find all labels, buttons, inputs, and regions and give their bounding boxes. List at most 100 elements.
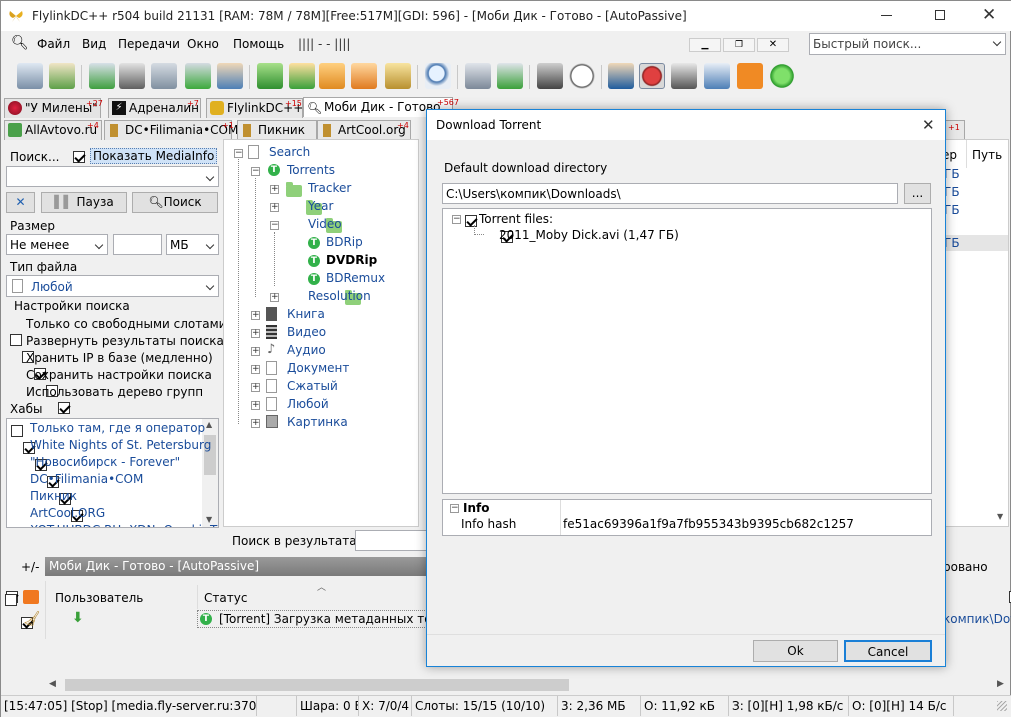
- close-button[interactable]: ✕: [982, 5, 996, 25]
- tree-node-tracker[interactable]: Tracker: [308, 181, 351, 195]
- quick-search-input[interactable]: Быстрый поиск...: [809, 33, 1006, 55]
- hub-checkbox[interactable]: [11, 424, 23, 437]
- collapse-search-toggle[interactable]: −: [234, 149, 243, 158]
- row-select-checkbox[interactable]: [5, 593, 17, 606]
- size-unit-select[interactable]: МБ: [166, 234, 219, 255]
- tree-node-videocat[interactable]: Видео: [287, 325, 326, 339]
- notepad-user-icon[interactable]: [704, 63, 730, 89]
- file-list-icon[interactable]: [465, 63, 491, 89]
- expand-picture-toggle[interactable]: +: [251, 419, 260, 428]
- tree-node-dvdrip[interactable]: DVDRip: [326, 253, 377, 267]
- scrollbar-thumb[interactable]: [65, 679, 569, 691]
- reconnect-hub-icon[interactable]: [49, 63, 75, 89]
- expand-any-toggle[interactable]: +: [251, 401, 260, 410]
- pause-button[interactable]: ▌▌ Пауза: [41, 192, 127, 213]
- chevron-right-icon[interactable]: ▶: [997, 679, 1004, 689]
- chevron-up-icon[interactable]: ▲: [206, 420, 212, 429]
- chevron-down-icon[interactable]: ▼: [997, 512, 1003, 521]
- collapse-info-toggle[interactable]: −: [450, 504, 459, 513]
- menu-window[interactable]: Окно: [187, 37, 219, 51]
- connect-hub-icon[interactable]: [17, 63, 43, 89]
- tree-node-resolution[interactable]: Resolution: [308, 289, 371, 303]
- tree-node-any[interactable]: Любой: [287, 397, 329, 411]
- green-circle-icon[interactable]: [769, 63, 795, 89]
- clock-icon[interactable]: [569, 63, 595, 89]
- tree-node-video[interactable]: Video: [308, 217, 342, 231]
- tree-node-document[interactable]: Документ: [287, 361, 349, 375]
- size-mode-select[interactable]: Не менее: [6, 234, 108, 255]
- tree-node-book[interactable]: Книга: [287, 307, 325, 321]
- tree-node-compressed[interactable]: Сжатый: [287, 379, 338, 393]
- search-button[interactable]: 🔍︎Поиск: [132, 192, 218, 213]
- expand-resolution-toggle[interactable]: +: [270, 293, 279, 302]
- expand-document-toggle[interactable]: +: [251, 365, 260, 374]
- table-row[interactable]: T [Torrent] Загрузка метаданных торрента…: [197, 610, 488, 628]
- download-dir-input[interactable]: C:\Users\компик\Downloads\: [442, 183, 898, 204]
- column-header-user[interactable]: Пользователь: [55, 591, 143, 605]
- dialog-close-button[interactable]: ✕: [922, 116, 935, 134]
- search-in-results-input[interactable]: [355, 530, 430, 551]
- expand-book-toggle[interactable]: +: [251, 311, 260, 320]
- network-icon[interactable]: [671, 63, 697, 89]
- cancel-button[interactable]: Cancel: [844, 640, 932, 662]
- download-queue-icon[interactable]: [289, 63, 315, 89]
- expand-year-toggle[interactable]: +: [270, 203, 279, 212]
- chevron-left-icon[interactable]: ◀: [49, 679, 56, 689]
- column-header-path[interactable]: Путь: [972, 148, 1002, 162]
- expand-audio-toggle[interactable]: +: [251, 347, 260, 356]
- minimize-button[interactable]: [881, 15, 892, 16]
- user-settings-icon[interactable]: [608, 63, 634, 89]
- size-value-input[interactable]: [113, 234, 162, 255]
- menu-help[interactable]: Помощь: [233, 37, 284, 51]
- mdi-restore-button[interactable]: ❐: [723, 38, 755, 52]
- search-icon[interactable]: [425, 63, 451, 89]
- expand-tracker-toggle[interactable]: +: [270, 185, 279, 194]
- ok-button[interactable]: Ok: [753, 640, 838, 662]
- mdi-minimize-button[interactable]: ▁: [689, 38, 721, 52]
- maximize-button[interactable]: [935, 10, 945, 20]
- tree-node-year[interactable]: Year: [308, 199, 333, 213]
- mdi-close-button[interactable]: ✕: [757, 38, 789, 52]
- clear-button[interactable]: ✕: [6, 192, 35, 213]
- server-icon[interactable]: [151, 63, 177, 89]
- rss-icon[interactable]: [737, 63, 763, 89]
- user-profile-icon[interactable]: [217, 63, 243, 89]
- upload-queue-icon[interactable]: [351, 63, 377, 89]
- menu-view[interactable]: Вид: [82, 37, 106, 51]
- menu-file[interactable]: Файл: [37, 37, 70, 51]
- browse-button[interactable]: ...: [904, 183, 931, 204]
- search-text-input[interactable]: [6, 166, 219, 187]
- search-option-checkbox[interactable]: [58, 401, 70, 414]
- download-arrow-icon[interactable]: [257, 63, 283, 89]
- tree-node-search[interactable]: Search: [269, 145, 310, 159]
- collapse-files-toggle[interactable]: −: [452, 215, 461, 224]
- adl-search-icon[interactable]: [497, 63, 523, 89]
- finished-icon[interactable]: [385, 63, 411, 89]
- tab-hub-filimania[interactable]: DC•Filimania•COM: [104, 120, 238, 140]
- collapse-torrents-toggle[interactable]: −: [251, 167, 260, 176]
- filetype-select[interactable]: Любой: [6, 275, 219, 297]
- expand-compressed-toggle[interactable]: +: [251, 383, 260, 392]
- favorite-hubs-icon[interactable]: [89, 63, 115, 89]
- tree-node-picture[interactable]: Картинка: [287, 415, 348, 429]
- collapse-video-toggle[interactable]: −: [270, 221, 279, 230]
- menu-transfers[interactable]: Передачи: [118, 37, 180, 51]
- block-icon[interactable]: [639, 63, 665, 89]
- keyboard-icon[interactable]: [537, 63, 563, 89]
- show-mediainfo-checkbox[interactable]: [73, 150, 85, 163]
- hubs-scrollbar[interactable]: ▲ ▼: [202, 419, 218, 527]
- all-files-checkbox[interactable]: [465, 214, 477, 227]
- search-option-checkbox[interactable]: [10, 333, 22, 346]
- users-icon[interactable]: [119, 63, 145, 89]
- tab-hub-piknik[interactable]: Пикник: [237, 120, 317, 140]
- horizontal-scrollbar[interactable]: ◀ ▶: [45, 677, 1010, 693]
- tree-node-torrents[interactable]: Torrents: [287, 163, 335, 177]
- expand-video-cat-toggle[interactable]: +: [251, 329, 260, 338]
- tree-node-bdremux[interactable]: BDRemux: [326, 271, 385, 285]
- resize-grip-icon[interactable]: [997, 701, 1007, 711]
- tree-node-audio[interactable]: Аудио: [287, 343, 326, 357]
- upload-arrow-icon[interactable]: [319, 63, 345, 89]
- tree-node-bdrip[interactable]: BDRip: [326, 235, 363, 249]
- star-server-icon[interactable]: [185, 63, 211, 89]
- column-header-status[interactable]: Статус: [204, 591, 247, 605]
